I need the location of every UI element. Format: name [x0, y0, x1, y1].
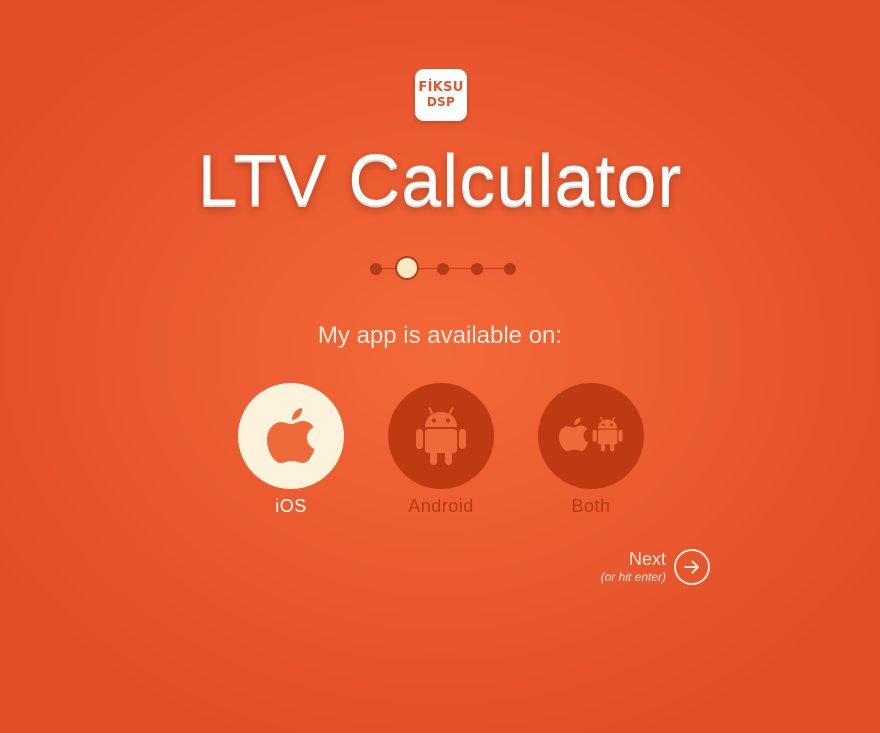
- option-both-label: Both: [571, 496, 611, 516]
- option-ios[interactable]: iOS: [238, 383, 344, 517]
- next-text[interactable]: Next (or hit enter): [601, 548, 666, 584]
- arrow-right-icon[interactable]: [674, 549, 710, 585]
- progress-steps: [370, 258, 518, 279]
- page-title: LTV Calculator: [197, 141, 683, 221]
- question-text: My app is available on:: [317, 322, 563, 349]
- option-both[interactable]: Both: [538, 383, 644, 517]
- apple-android-icon: [559, 416, 623, 452]
- logo-line-2: DSP: [426, 95, 456, 109]
- option-ios-circle[interactable]: [238, 383, 344, 489]
- next-label: Next: [628, 549, 666, 569]
- option-android-label: Android: [408, 496, 474, 516]
- option-both-circle[interactable]: [538, 383, 644, 489]
- apple-icon: [267, 408, 315, 463]
- option-ios-label: iOS: [275, 496, 307, 516]
- option-android[interactable]: Android: [388, 383, 494, 517]
- step-2-dot-current: [397, 258, 417, 278]
- next-button[interactable]: Next (or hit enter): [596, 548, 710, 586]
- next-hint: (or hit enter): [600, 570, 666, 584]
- step-3-dot: [437, 263, 449, 275]
- android-icon: [416, 406, 466, 465]
- step-5-dot: [504, 263, 516, 275]
- step-1-dot: [370, 263, 382, 275]
- fiksu-dsp-logo: FİKSU DSP: [415, 69, 467, 121]
- logo-line-1: FİKSU: [418, 80, 464, 95]
- option-android-circle[interactable]: [388, 383, 494, 489]
- arrow-right-glyph: [684, 560, 699, 574]
- step-4-dot: [471, 263, 483, 275]
